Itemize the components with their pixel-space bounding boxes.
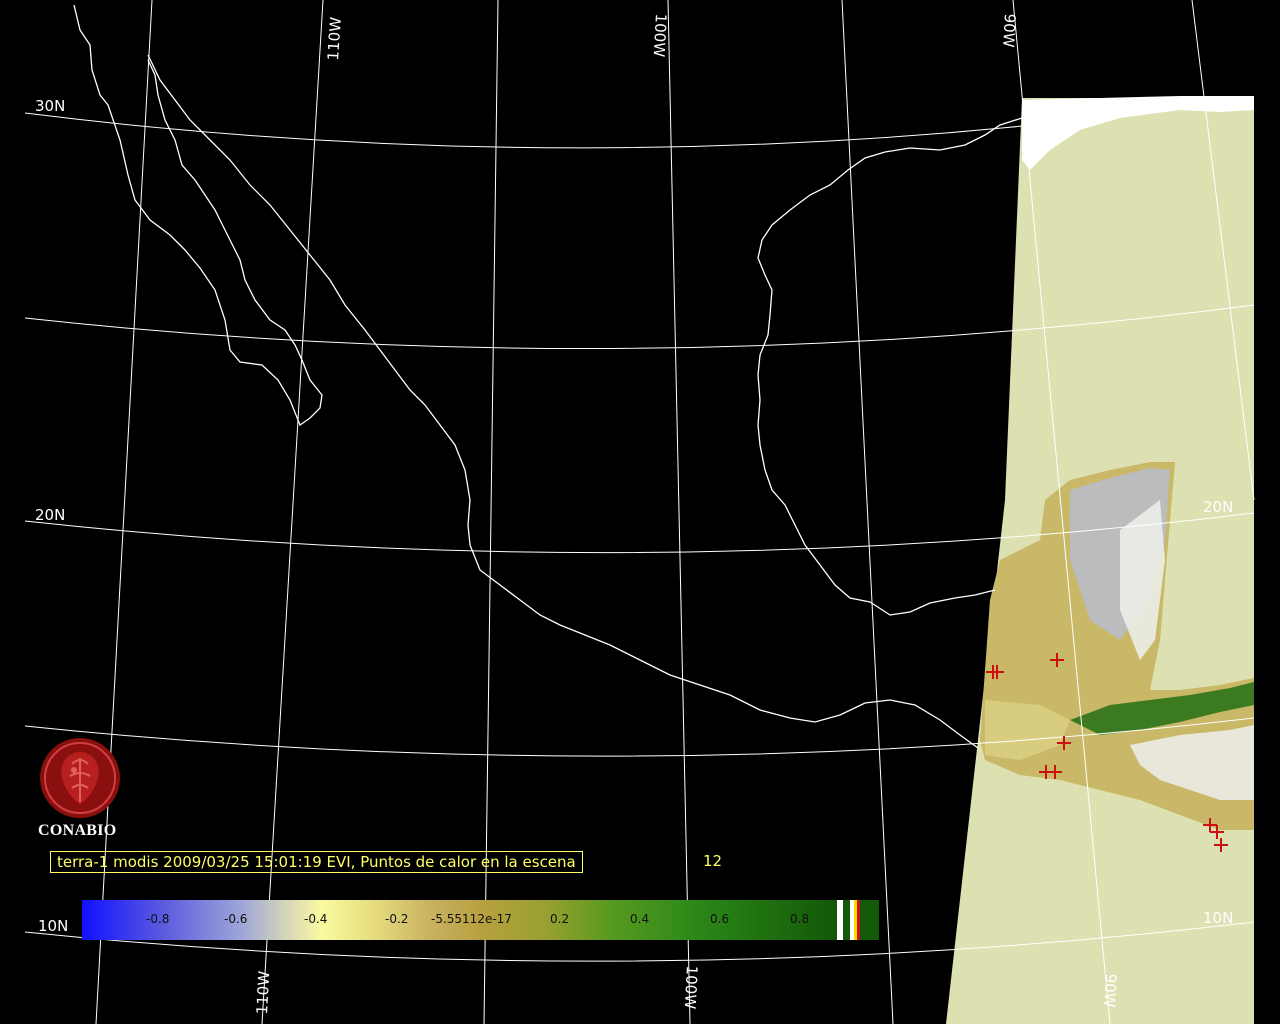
lon-label-top-100w: 100W: [649, 13, 670, 58]
lat-label-30n: 30N: [35, 97, 66, 115]
colorbar-tick: 0.2: [550, 912, 570, 926]
lat-label-right-20n: 20N: [1203, 498, 1234, 516]
hotspot-count: 12: [703, 852, 723, 870]
colorbar-tick: -0.2: [385, 912, 409, 926]
colorbar-tick: -5.55112e-17: [431, 912, 512, 926]
colorbar-tick: 0.8: [790, 912, 810, 926]
lon-label-top-110w: 110W: [324, 16, 345, 62]
colorbar-tick: -0.6: [224, 912, 248, 926]
colorbar-swatch-red: [857, 900, 860, 940]
colorbar-swatch-white: [837, 900, 843, 940]
lat-label-20n: 20N: [35, 506, 66, 524]
lat-label-right-10n: 10N: [1203, 909, 1234, 927]
colorbar-tick: -0.4: [304, 912, 328, 926]
lon-label-bottom-110w: 110W: [253, 970, 274, 1015]
colorbar-tick: 0.4: [630, 912, 650, 926]
coastlines: [73, 4, 1023, 749]
lat-label-10n: 10N: [38, 917, 69, 935]
conabio-logo-text: CONABIO: [38, 822, 117, 839]
lon-label-bottom-100w: 100W: [680, 965, 701, 1010]
colorbar-tick: -0.8: [146, 912, 170, 926]
map-viewer: 30N 20N 10N 20N 10N 110W 100W 90W 110W 1…: [0, 0, 1280, 1024]
lon-label-bottom-90w: 90W: [1100, 973, 1120, 1008]
lon-label-top-90w: 90W: [999, 13, 1019, 48]
scene-caption: terra-1 modis 2009/03/25 15:01:19 EVI, P…: [50, 851, 583, 873]
colorbar-tick: 0.6: [710, 912, 730, 926]
